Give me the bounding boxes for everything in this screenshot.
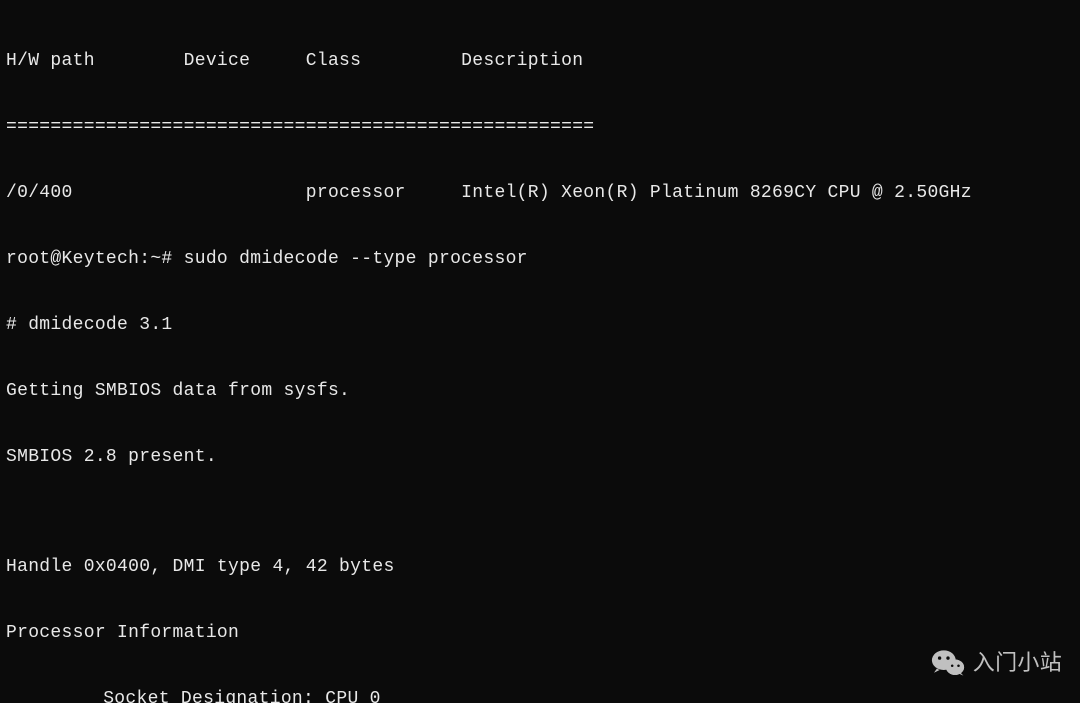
- header-line: H/W path Device Class Description: [6, 50, 1076, 72]
- watermark-text: 入门小站: [973, 652, 1062, 674]
- smbios-getting-line: Getting SMBIOS data from sysfs.: [6, 380, 1076, 402]
- watermark: 入门小站: [931, 649, 1062, 677]
- device-line: /0/400 processor Intel(R) Xeon(R) Platin…: [6, 182, 1076, 204]
- field-socket-designation: Socket Designation: CPU 0: [6, 688, 1076, 703]
- smbios-present-line: SMBIOS 2.8 present.: [6, 446, 1076, 468]
- prompt-line: root@Keytech:~# sudo dmidecode --type pr…: [6, 248, 1076, 270]
- section-title: Processor Information: [6, 622, 1076, 644]
- handle-line: Handle 0x0400, DMI type 4, 42 bytes: [6, 556, 1076, 578]
- dmi-version-line: # dmidecode 3.1: [6, 314, 1076, 336]
- separator-line: ========================================…: [6, 116, 1076, 138]
- wechat-icon: [931, 649, 965, 677]
- terminal-output[interactable]: H/W path Device Class Description ======…: [0, 0, 1080, 703]
